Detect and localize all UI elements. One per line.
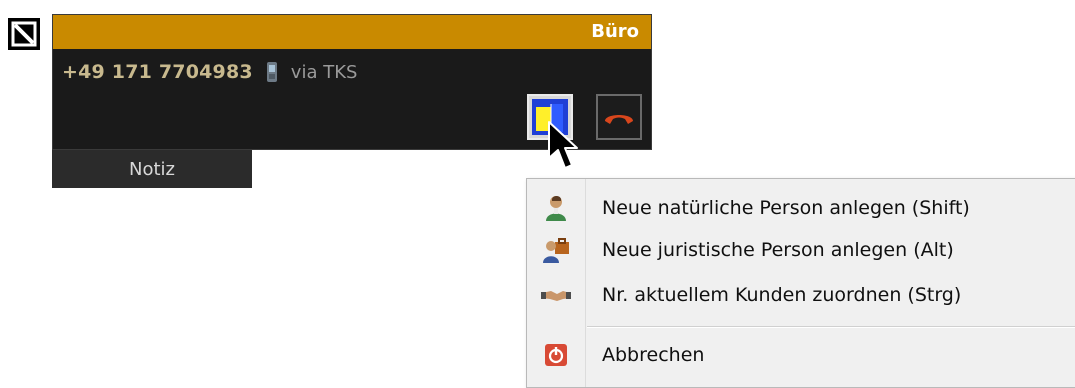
menu-item-new-legal-person[interactable]: Neue juristische Person anlegen (Alt) xyxy=(527,229,1075,271)
handshake-icon xyxy=(527,274,585,316)
menu-separator xyxy=(587,326,1075,328)
mouse-pointer-icon xyxy=(546,120,580,172)
caller-line: +49 171 7704983 via TKS xyxy=(62,60,357,84)
notiz-tab[interactable]: Notiz xyxy=(52,150,252,188)
notiz-tab-label: Notiz xyxy=(129,158,175,180)
menu-item-assign-to-customer[interactable]: Nr. aktuellem Kunden zuordnen (Strg) xyxy=(527,274,1075,316)
context-menu: Neue natürliche Person anlegen (Shift) N… xyxy=(526,178,1075,388)
no-entry-square-icon[interactable] xyxy=(8,18,40,50)
menu-item-label: Neue juristische Person anlegen (Alt) xyxy=(602,239,954,261)
person-icon xyxy=(527,187,585,229)
panel-title: Büro xyxy=(591,21,639,42)
menu-item-new-natural-person[interactable]: Neue natürliche Person anlegen (Shift) xyxy=(527,187,1075,229)
hang-up-phone-icon xyxy=(605,115,633,124)
company-person-icon xyxy=(527,229,585,271)
mobile-phone-icon xyxy=(265,61,279,83)
menu-item-cancel[interactable]: Abbrechen xyxy=(527,334,1075,376)
via-label: via TKS xyxy=(290,61,358,83)
menu-item-label: Neue natürliche Person anlegen (Shift) xyxy=(602,197,970,219)
menu-item-label: Nr. aktuellem Kunden zuordnen (Strg) xyxy=(602,284,962,306)
caller-number: +49 171 7704983 xyxy=(62,61,253,83)
panel-header: Büro xyxy=(53,15,651,49)
menu-item-label: Abbrechen xyxy=(602,344,705,366)
hang-up-button[interactable] xyxy=(596,94,642,140)
cancel-icon xyxy=(527,334,585,376)
